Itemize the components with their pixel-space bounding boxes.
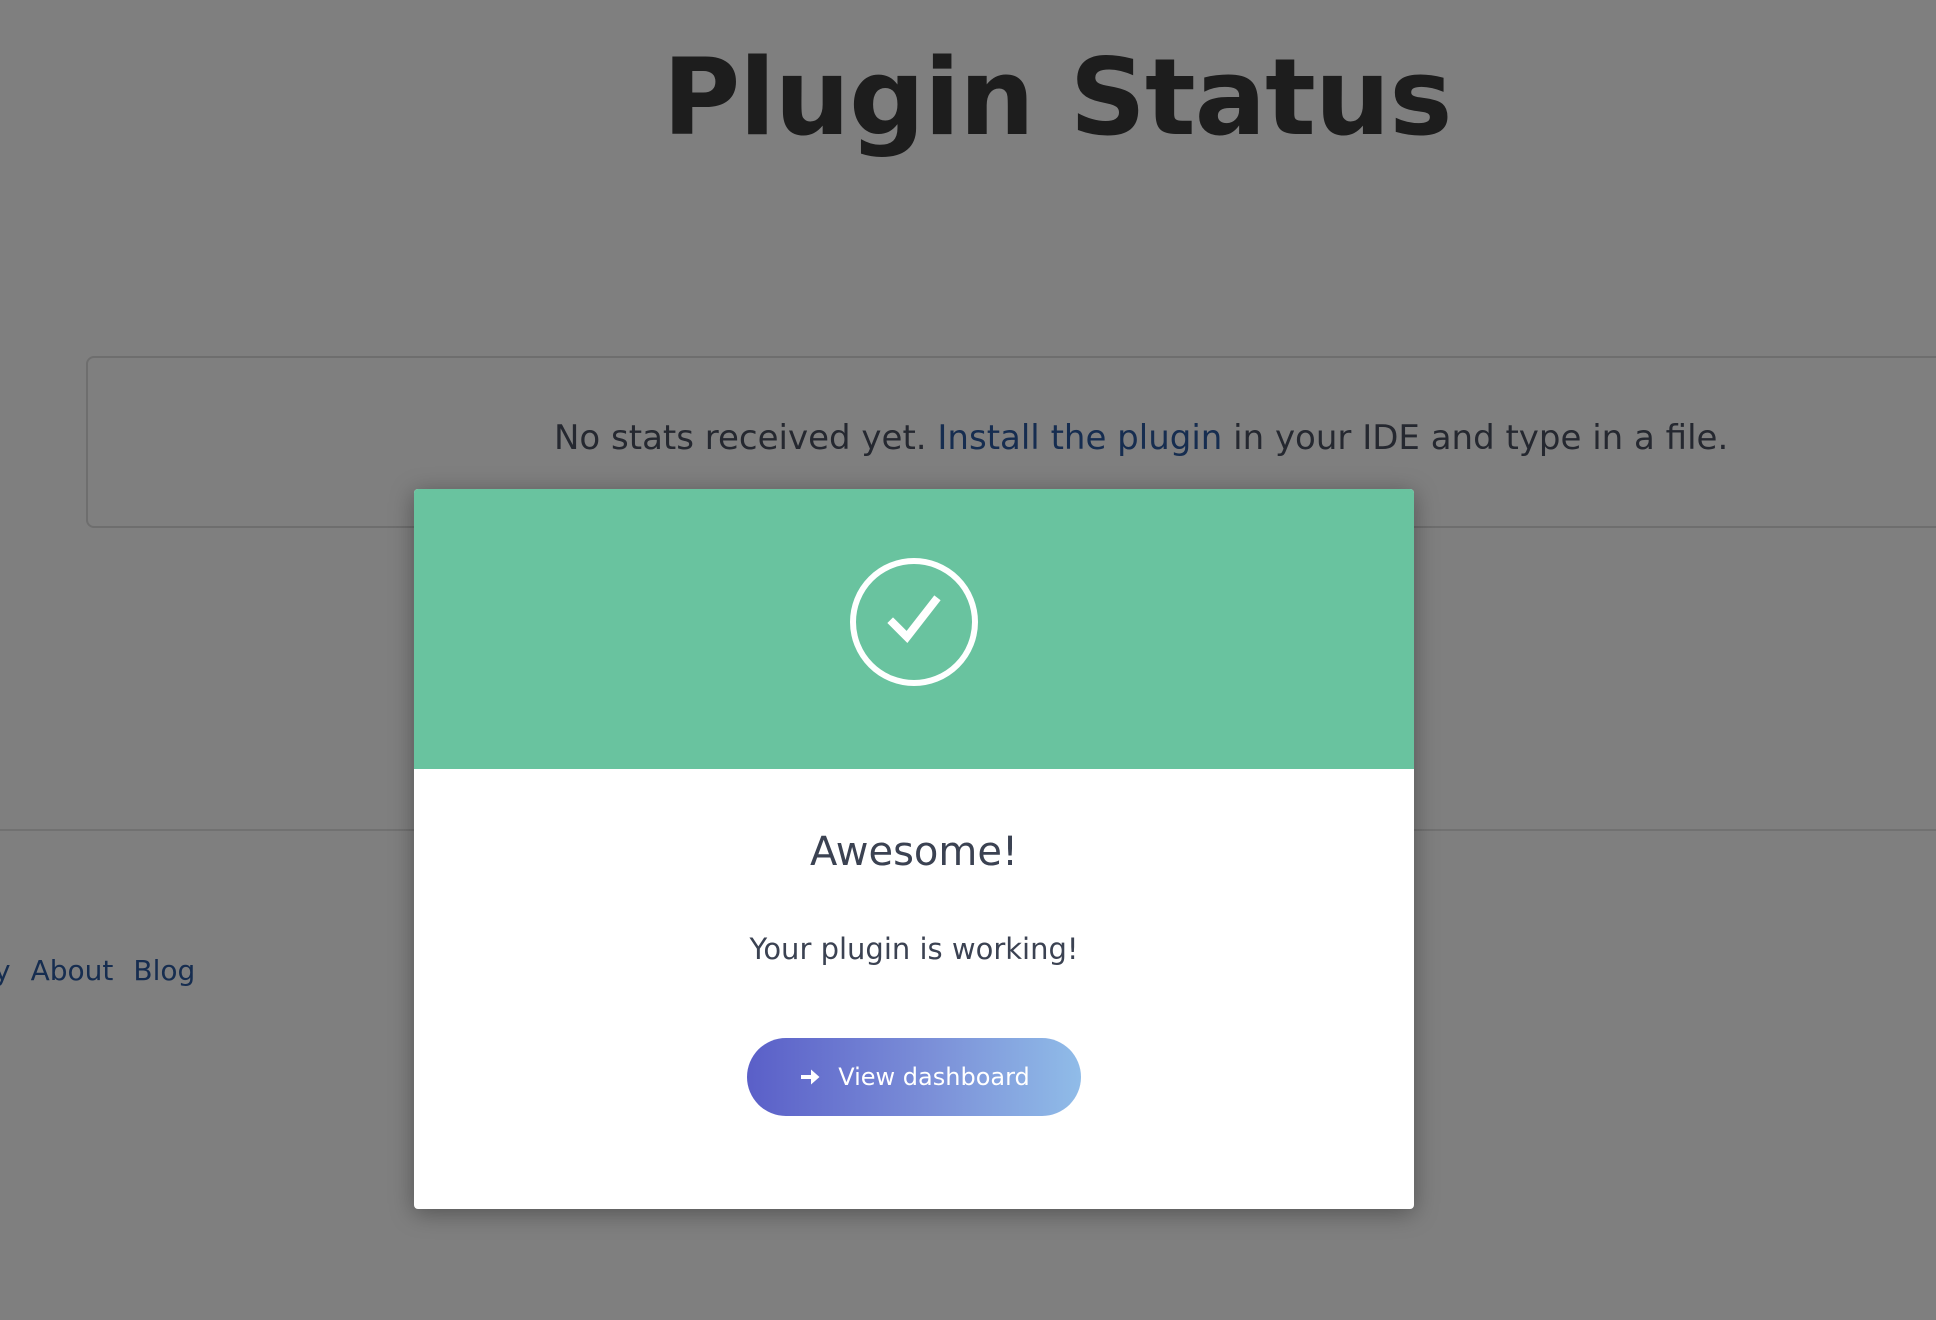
arrow-right-icon (801, 1069, 820, 1085)
checkmark-circle-icon (850, 558, 978, 686)
success-modal: Awesome! Your plugin is working! View da… (414, 489, 1414, 1209)
modal-title: Awesome! (810, 829, 1018, 875)
modal-header (414, 489, 1414, 769)
modal-message: Your plugin is working! (749, 932, 1079, 966)
view-dashboard-label: View dashboard (838, 1063, 1030, 1091)
view-dashboard-button[interactable]: View dashboard (747, 1038, 1081, 1116)
